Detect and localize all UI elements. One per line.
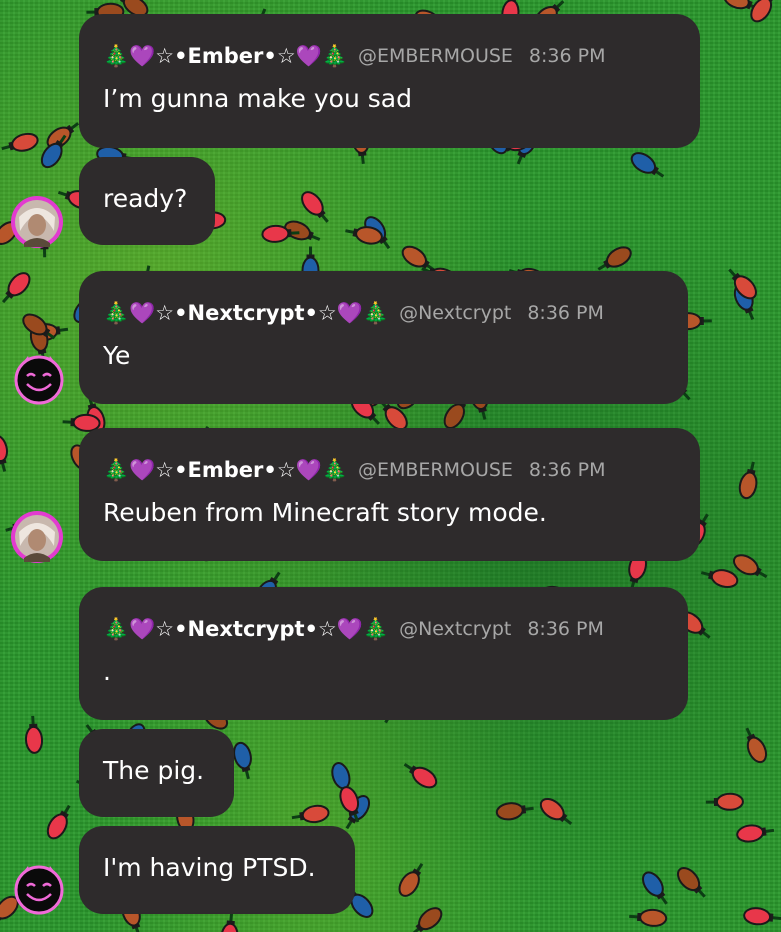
light-bulb <box>736 824 775 843</box>
message-text: The pig. <box>103 756 205 785</box>
light-bulb <box>398 862 424 897</box>
message-text: ready? <box>103 184 188 213</box>
light-bulb <box>750 0 774 23</box>
message-bubble-7[interactable]: I'm having PTSD. <box>79 826 355 914</box>
light-bulb <box>233 741 252 780</box>
sender-name[interactable]: 🎄💜☆•Nextcrypt•☆💜🎄 <box>103 301 389 326</box>
light-bulb <box>301 191 329 223</box>
sender-handle[interactable]: @Nextcrypt <box>399 302 511 324</box>
message-header: 🎄💜☆•Nextcrypt•☆💜🎄 @Nextcrypt 8:36 PM <box>103 293 604 333</box>
message-bubble-4[interactable]: 🎄💜☆•Ember•☆💜🎄 @EMBERMOUSE 8:36 PM Reuben… <box>79 428 700 561</box>
message-bubble-5[interactable]: 🎄💜☆•Nextcrypt•☆💜🎄 @Nextcrypt 8:36 PM . <box>79 587 688 720</box>
light-bulb <box>220 912 239 932</box>
message-text: I'm having PTSD. <box>103 853 316 882</box>
message-text: Reuben from Minecraft story mode. <box>103 498 547 527</box>
message-text: I’m gunna make you sad <box>103 84 412 113</box>
message-text: Ye <box>103 341 131 370</box>
sender-handle[interactable]: @EMBERMOUSE <box>358 459 513 481</box>
light-bulb <box>495 802 534 821</box>
light-bulb <box>291 804 330 824</box>
nextcrypt-avatar[interactable] <box>12 352 66 406</box>
sender-name[interactable]: 🎄💜☆•Ember•☆💜🎄 <box>103 458 348 483</box>
light-bulb <box>403 762 438 789</box>
message-text: . <box>103 657 111 686</box>
light-bulb <box>676 867 706 898</box>
light-bulb <box>1 272 31 304</box>
ember-avatar[interactable] <box>10 195 64 249</box>
ember-avatar[interactable] <box>10 510 64 564</box>
sender-name[interactable]: 🎄💜☆•Ember•☆💜🎄 <box>103 44 348 69</box>
sender-handle[interactable]: @EMBERMOUSE <box>358 45 513 67</box>
message-timestamp: 8:36 PM <box>528 459 606 481</box>
light-bulb <box>738 461 758 500</box>
light-bulb <box>743 907 781 926</box>
message-bubble-2[interactable]: ready? <box>79 157 215 245</box>
light-bulb <box>25 715 44 754</box>
light-bulb <box>46 804 71 840</box>
message-bubble-1[interactable]: 🎄💜☆•Ember•☆💜🎄 @EMBERMOUSE 8:36 PM I’m gu… <box>79 14 700 148</box>
nextcrypt-avatar[interactable] <box>12 862 66 916</box>
message-timestamp: 8:36 PM <box>527 302 604 324</box>
light-bulb <box>0 434 8 472</box>
light-bulb <box>411 907 443 932</box>
message-header: 🎄💜☆•Ember•☆💜🎄 @EMBERMOUSE 8:36 PM <box>103 450 605 490</box>
message-bubble-3[interactable]: 🎄💜☆•Nextcrypt•☆💜🎄 @Nextcrypt 8:36 PM Ye <box>79 271 688 404</box>
light-bulb <box>641 871 668 905</box>
message-header: 🎄💜☆•Nextcrypt•☆💜🎄 @Nextcrypt 8:36 PM <box>103 609 604 649</box>
message-timestamp: 8:36 PM <box>528 45 606 67</box>
sender-name[interactable]: 🎄💜☆•Nextcrypt•☆💜🎄 <box>103 617 389 642</box>
message-timestamp: 8:36 PM <box>527 618 604 640</box>
message-bubble-6[interactable]: The pig. <box>79 729 234 817</box>
light-bulb <box>629 908 668 927</box>
sender-handle[interactable]: @Nextcrypt <box>399 618 511 640</box>
light-bulb <box>705 792 744 811</box>
light-bulb <box>539 797 573 825</box>
message-header: 🎄💜☆•Ember•☆💜🎄 @EMBERMOUSE 8:36 PM <box>103 36 605 76</box>
light-bulb <box>1 132 39 152</box>
light-bulb <box>700 569 739 589</box>
light-bulb <box>630 152 665 178</box>
light-bulb <box>745 727 768 764</box>
